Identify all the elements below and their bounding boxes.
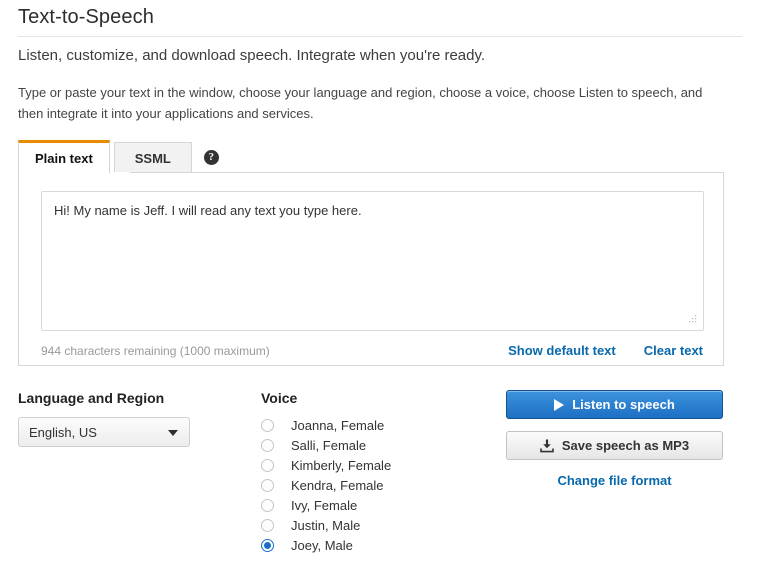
language-select[interactable]: English, US [18,417,190,447]
tab-ssml[interactable]: SSML [113,142,192,173]
radio-icon[interactable] [261,418,274,432]
radio-icon[interactable] [261,458,274,472]
voice-section: Voice Joanna, Female Salli, Female Kimberl… [261,390,491,555]
radio-icon[interactable] [261,518,274,532]
editor-panel: 944 characters remaining (1000 maximum) … [18,172,724,366]
play-icon [554,398,565,411]
page-subtitle: Listen, customize, and download speech. … [18,47,486,64]
voice-option-1[interactable]: Salli, Female [261,435,491,455]
voice-option-5[interactable]: Justin, Male [261,515,491,535]
chevron-down-icon [168,430,178,436]
title-divider [18,36,742,37]
listen-to-speech-button[interactable]: Listen to speech [506,390,723,419]
voice-option-label: Ivy, Female [291,497,358,513]
download-icon [540,439,554,452]
voice-option-6[interactable]: Joey, Male [261,535,491,555]
actions-section: Listen to speech Save speech as MP3 Chan… [506,390,726,488]
voice-option-4[interactable]: Ivy, Female [261,495,491,515]
voice-option-label: Justin, Male [291,517,361,533]
text-to-speech-page: Text-to-Speech Listen, customize, and do… [0,0,760,565]
voice-option-label: Salli, Female [291,437,367,453]
voice-option-2[interactable]: Kimberly, Female [261,455,491,475]
tab-plain-text-label: Plain text [35,150,93,166]
page-intro-text: Type or paste your text in the window, c… [18,85,703,121]
voice-radio-group: Joanna, Female Salli, Female Kimberly, Fem… [261,415,491,555]
speech-text-input[interactable] [41,191,704,331]
show-default-text-link[interactable]: Show default text [508,343,616,358]
clear-text-link[interactable]: Clear text [644,343,703,358]
voice-option-label: Kendra, Female [291,477,384,493]
radio-icon[interactable] [261,478,274,492]
radio-icon[interactable] [261,538,274,552]
tab-ssml-label: SSML [134,150,171,166]
radio-icon[interactable] [261,438,274,452]
voice-label: Voice [261,390,298,406]
voice-option-label: Joey, Male [291,537,353,553]
tab-plain-text[interactable]: Plain text [18,140,110,173]
voice-option-label: Kimberly, Female [291,457,392,473]
voice-option-3[interactable]: Kendra, Female [261,475,491,495]
listen-to-speech-label: Listen to speech [572,397,675,412]
save-speech-mp3-button[interactable]: Save speech as MP3 [506,431,723,460]
language-selected-value: English, US [29,424,97,440]
editor-links: Show default text Clear text [508,343,703,358]
tab-bar: Plain text SSML ? [18,140,724,173]
page-title: Text-to-Speech [18,6,154,28]
change-file-format-link[interactable]: Change file format [506,473,723,488]
language-section: Language and Region English, US [18,390,238,447]
language-label: Language and Region [18,390,165,406]
radio-icon[interactable] [261,498,274,512]
character-count: 944 characters remaining (1000 maximum) [41,344,270,358]
help-icon: ? [203,150,219,165]
voice-option-0[interactable]: Joanna, Female [261,415,491,435]
help-button[interactable]: ? [203,142,219,173]
voice-option-label: Joanna, Female [291,417,385,433]
save-speech-mp3-label: Save speech as MP3 [561,438,690,453]
